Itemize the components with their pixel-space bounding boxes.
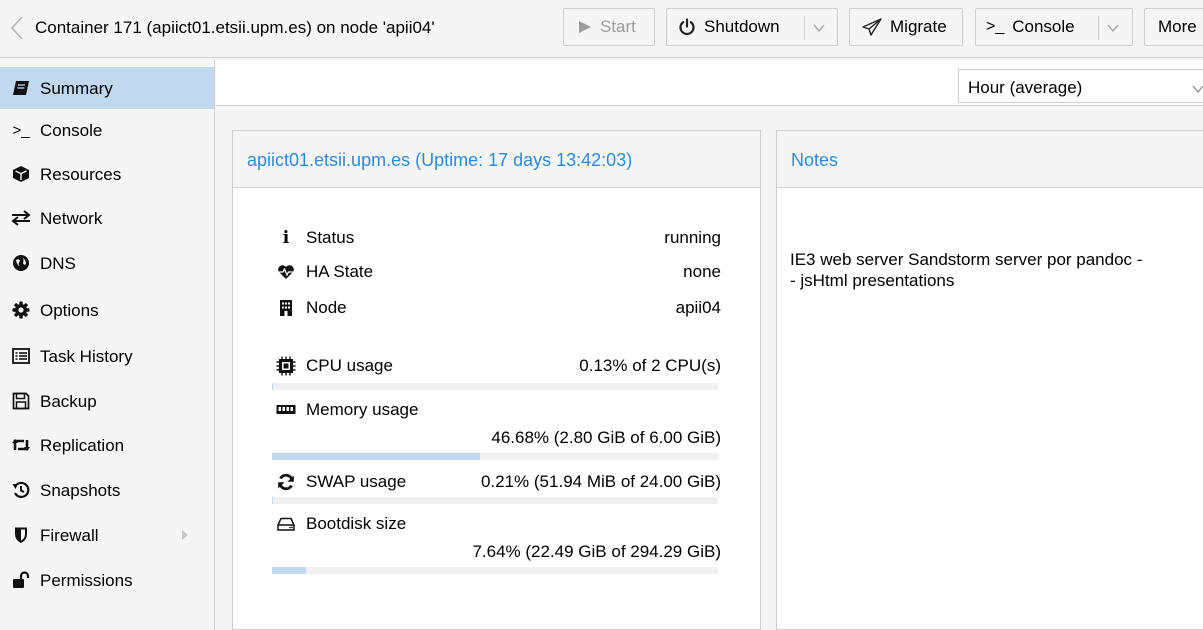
node-label: Node — [306, 298, 347, 317]
console-button[interactable]: >_ Console — [975, 8, 1133, 46]
list-icon — [11, 346, 31, 366]
cube-icon — [11, 164, 31, 184]
sidebar-item-label: Snapshots — [40, 481, 121, 500]
heartbeat-icon — [276, 262, 296, 282]
sidebar-item-console[interactable]: >_ Console — [0, 109, 214, 151]
notes-panel-header: Notes — [777, 131, 1203, 188]
bootdisk-size-bar — [272, 567, 718, 574]
timeframe-select-value: Hour (average) — [968, 78, 1083, 97]
chevron-down-icon[interactable] — [812, 21, 826, 35]
retweet-icon — [11, 435, 31, 455]
hdd-icon — [276, 514, 296, 534]
ha-state-value: none — [683, 262, 721, 281]
chevron-down-icon[interactable] — [1106, 21, 1120, 35]
history-icon — [11, 480, 31, 500]
bootdisk-size-value: 7.64% (22.49 GiB of 294.29 GiB) — [472, 542, 721, 561]
book-icon — [11, 78, 31, 98]
ha-state-label: HA State — [306, 262, 374, 281]
sidebar-item-label: Firewall — [40, 526, 99, 545]
sidebar: Summary >_ Console Resources Network DNS — [0, 60, 215, 630]
shutdown-button[interactable]: Shutdown — [666, 8, 838, 46]
swap-usage-bar-fill — [272, 497, 274, 504]
memory-usage-bar — [272, 453, 718, 460]
notes-panel: Notes — [776, 130, 1203, 630]
memory-usage-bar-fill — [272, 453, 481, 460]
sidebar-item-label: Summary — [40, 79, 113, 98]
swap-usage-value: 0.21% (51.94 MiB of 24.00 GiB) — [480, 472, 721, 491]
sidebar-item-dns[interactable]: DNS — [0, 242, 214, 284]
unlock-icon — [11, 570, 31, 590]
sidebar-item-replication[interactable]: Replication — [0, 424, 214, 466]
caret-right-icon — [182, 530, 188, 540]
terminal-icon: >_ — [12, 121, 30, 139]
sidebar-item-permissions[interactable]: Permissions — [0, 559, 214, 601]
memory-usage-value: 46.68% (2.80 GiB of 6.00 GiB) — [491, 428, 721, 447]
sidebar-item-snapshots[interactable]: Snapshots — [0, 469, 214, 511]
chevron-left-icon[interactable] — [9, 15, 27, 41]
cpu-usage-label: CPU usage — [306, 356, 393, 375]
sidebar-item-backup[interactable]: Backup — [0, 380, 214, 422]
paper-plane-icon — [862, 18, 882, 36]
status-panel-header: apiict01.etsii.upm.es (Uptime: 17 days 1… — [233, 131, 760, 188]
status-panel-title: apiict01.etsii.upm.es (Uptime: 17 days 1… — [247, 150, 633, 170]
sidebar-item-label: Console — [40, 121, 103, 140]
sidebar-item-label: Options — [40, 301, 99, 320]
refresh-icon — [276, 472, 296, 492]
top-toolbar: Container 171 (apiict01.etsii.upm.es) on… — [0, 0, 1203, 58]
sidebar-item-resources[interactable]: Resources — [0, 153, 214, 195]
sidebar-item-label: Resources — [40, 165, 122, 184]
timeframe-select[interactable]: Hour (average) — [958, 69, 1203, 103]
status-value: running — [664, 228, 721, 247]
exchange-icon — [11, 208, 31, 228]
summary-toolbar: Hour (average) — [216, 60, 1203, 106]
notes-panel-title: Notes — [791, 150, 839, 170]
migrate-button[interactable]: Migrate — [849, 8, 963, 46]
sidebar-item-firewall[interactable]: Firewall — [0, 514, 214, 556]
sidebar-item-label: DNS — [40, 254, 76, 273]
more-button-label: More — [1158, 17, 1197, 36]
memory-icon — [276, 400, 296, 420]
power-icon — [678, 18, 696, 36]
sidebar-item-label: Network — [40, 209, 103, 228]
sidebar-item-options[interactable]: Options — [0, 289, 214, 331]
sidebar-item-label: Backup — [40, 392, 97, 411]
app-window: Container 171 (apiict01.etsii.upm.es) on… — [0, 0, 1203, 630]
sidebar-item-network[interactable]: Network — [0, 197, 214, 239]
sidebar-item-label: Task History — [40, 347, 133, 366]
sidebar-item-label: Permissions — [40, 571, 133, 590]
chevron-down-icon — [1192, 85, 1203, 94]
node-value: apii04 — [675, 298, 721, 317]
notes-text: IE3 web server Sandstorm server por pand… — [790, 250, 1143, 290]
gear-icon — [11, 300, 31, 320]
shutdown-button-label: Shutdown — [704, 17, 780, 36]
start-button[interactable]: Start — [563, 8, 655, 46]
play-icon — [578, 20, 592, 34]
microchip-icon — [276, 356, 296, 376]
memory-usage-label: Memory usage — [306, 400, 419, 419]
cpu-usage-bar-fill — [272, 383, 274, 390]
status-label: Status — [306, 228, 355, 247]
sidebar-item-task-history[interactable]: Task History — [0, 335, 214, 377]
terminal-icon: >_ — [986, 18, 1005, 35]
start-button-label: Start — [600, 17, 636, 36]
migrate-button-label: Migrate — [890, 17, 947, 36]
swap-usage-label: SWAP usage — [306, 472, 407, 491]
bootdisk-size-label: Bootdisk size — [306, 514, 407, 533]
page-title: Container 171 (apiict01.etsii.upm.es) on… — [35, 18, 435, 37]
sidebar-item-label: Replication — [40, 436, 125, 455]
cpu-usage-bar — [272, 383, 718, 390]
sidebar-item-summary[interactable]: Summary — [0, 67, 214, 109]
floppy-icon — [11, 391, 31, 411]
console-button-label: Console — [1012, 17, 1075, 36]
swap-usage-bar — [272, 497, 718, 504]
globe-icon — [11, 253, 31, 273]
bootdisk-size-bar-fill — [272, 567, 307, 574]
info-icon: i — [282, 228, 290, 248]
building-icon — [276, 298, 296, 318]
cpu-usage-value: 0.13% of 2 CPU(s) — [579, 356, 721, 375]
more-button[interactable]: More — [1144, 8, 1203, 46]
shield-icon — [11, 525, 31, 545]
